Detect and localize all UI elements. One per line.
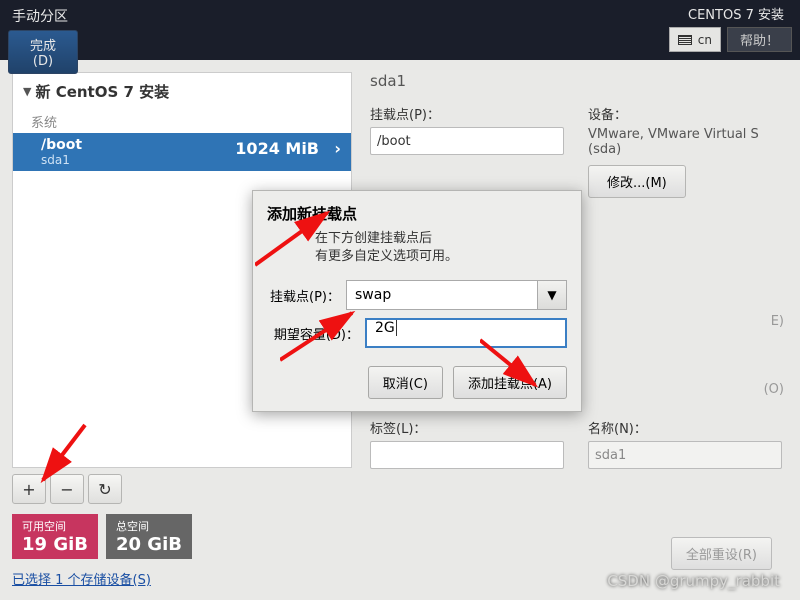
dlg-mount-dropdown-button[interactable]: ▼	[537, 280, 567, 310]
tree-item-size: 1024 MiB	[235, 139, 319, 158]
expand-icon: ▼	[23, 85, 31, 98]
keyboard-icon	[678, 35, 692, 45]
volume-label-label: 标签(L)：	[370, 418, 564, 437]
keyboard-layout: cn	[698, 33, 712, 47]
tree-item-boot[interactable]: /boot sda1 1024 MiB ›	[13, 133, 351, 171]
dlg-cancel-button[interactable]: 取消(C)	[368, 366, 443, 399]
device-label: 设备：	[588, 104, 782, 123]
total-space-box: 总空间 20 GiB	[106, 514, 192, 559]
keyboard-indicator[interactable]: cn	[669, 27, 721, 52]
volume-label-input[interactable]	[370, 441, 564, 469]
detail-title: sda1	[370, 72, 782, 90]
hidden-label-e: E)	[771, 314, 784, 329]
add-mountpoint-dialog: 添加新挂载点 在下方创建挂载点后 有更多自定义选项可用。 挂载点(P)： ▼ 期…	[252, 190, 582, 412]
page-title: 手动分区	[8, 4, 78, 28]
mount-point-label: 挂载点(P)：	[370, 104, 564, 123]
reload-button[interactable]: ↻	[88, 474, 122, 504]
available-space-box: 可用空间 19 GiB	[12, 514, 98, 559]
tree-header[interactable]: ▼ 新 CentOS 7 安装	[13, 73, 351, 110]
hidden-label-o: (O)	[764, 382, 784, 397]
dlg-mount-input[interactable]	[346, 280, 537, 310]
dlg-mount-label: 挂载点(P)：	[267, 286, 340, 305]
done-button[interactable]: 完成(D)	[8, 30, 78, 74]
remove-partition-button[interactable]: −	[50, 474, 84, 504]
header: 手动分区 完成(D) CENTOS 7 安装 cn 帮助！	[0, 0, 800, 60]
dlg-add-button[interactable]: 添加挂载点(A)	[453, 366, 567, 399]
dlg-mount-combo[interactable]: ▼	[346, 280, 567, 310]
available-space-label: 可用空间	[22, 518, 88, 534]
dlg-capacity-label: 期望容量(D)：	[267, 324, 359, 343]
dlg-capacity-input[interactable]: 2G	[365, 318, 567, 348]
total-space-label: 总空间	[116, 518, 182, 534]
reset-all-button[interactable]: 全部重设(R)	[671, 537, 772, 570]
storage-devices-link[interactable]: 已选择 1 个存储设备(S)	[12, 569, 352, 588]
tree-group-system: 系统	[13, 110, 351, 133]
device-text: VMware, VMware Virtual S (sda)	[588, 127, 782, 157]
add-partition-button[interactable]: +	[12, 474, 46, 504]
volume-name-input[interactable]	[588, 441, 782, 469]
chevron-right-icon: ›	[334, 139, 341, 158]
available-space-value: 19 GiB	[22, 534, 88, 555]
dialog-title: 添加新挂载点	[267, 203, 567, 224]
volume-name-label: 名称(N)：	[588, 418, 782, 437]
dialog-description: 在下方创建挂载点后 有更多自定义选项可用。	[315, 230, 567, 266]
modify-device-button[interactable]: 修改...(M)	[588, 165, 686, 198]
total-space-value: 20 GiB	[116, 534, 182, 555]
mount-point-input[interactable]	[370, 127, 564, 155]
help-button[interactable]: 帮助！	[727, 27, 792, 52]
installer-subtitle: CENTOS 7 安装	[688, 4, 792, 23]
